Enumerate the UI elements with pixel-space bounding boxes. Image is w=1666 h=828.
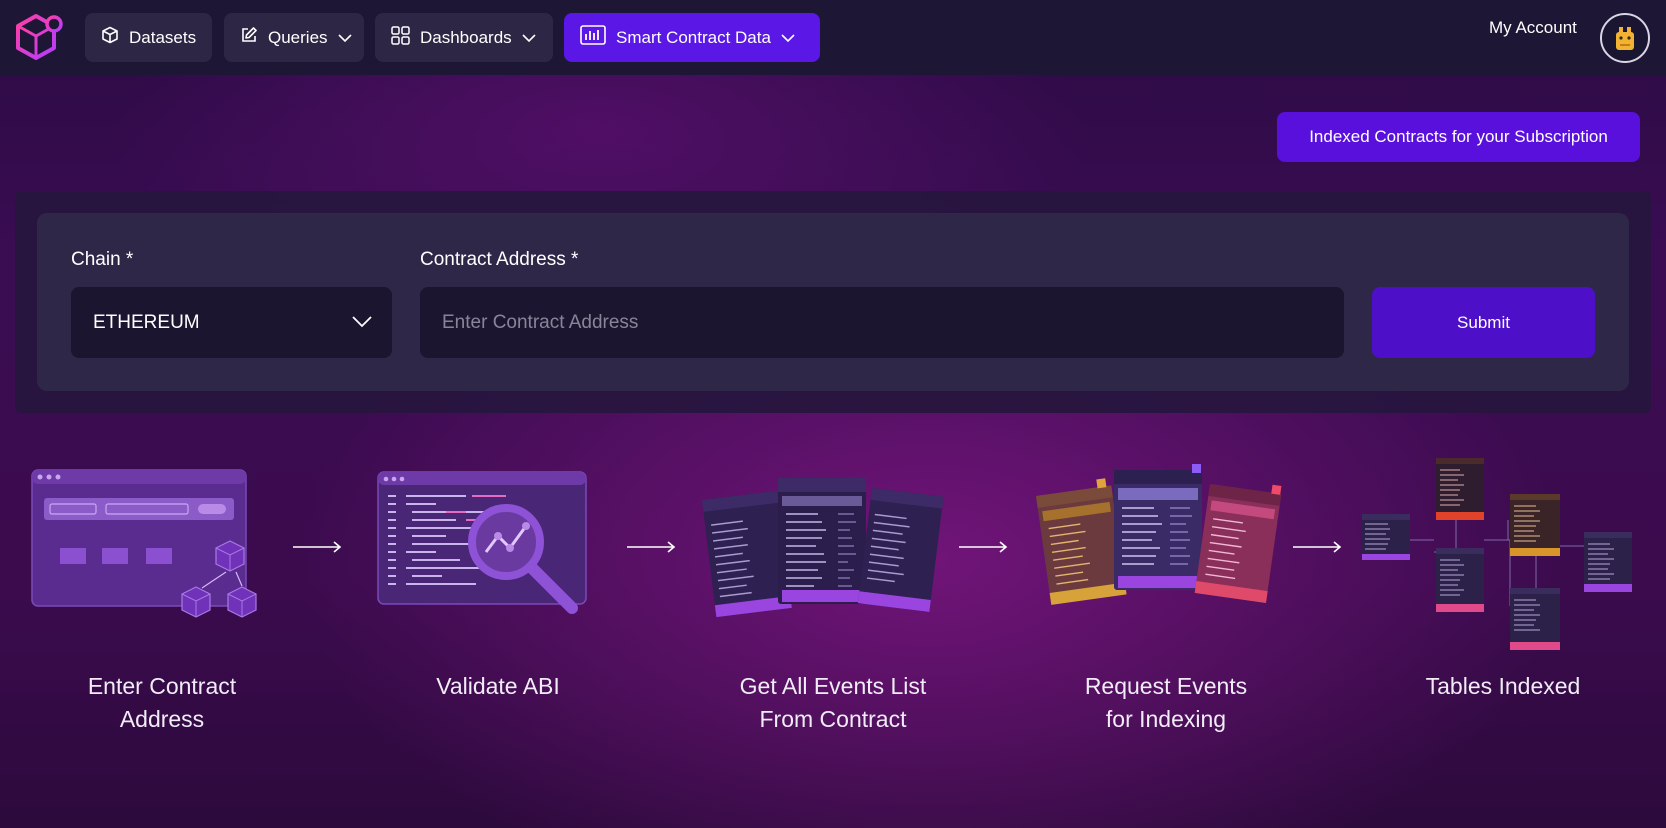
step-label-line: From Contract [759,706,907,732]
step-label-request-events: Request Events for Indexing [1046,670,1286,736]
step-label-line: for Indexing [1105,706,1227,732]
cube-icon [101,26,119,49]
step-label-enter-contract-address: Enter Contract Address [42,670,282,736]
step-label-line: Validate ABI [436,673,560,699]
step-label-line: Request Events [1084,673,1248,699]
arrow-right-icon [292,540,344,554]
step-label-line: Get All Events List [739,673,927,699]
nav-datasets-button[interactable]: Datasets [85,13,212,62]
chain-select-value: ETHEREUM [93,311,200,333]
chevron-down-icon [337,28,352,48]
events-list-illustration [694,470,950,622]
arrow-right-icon [958,540,1010,554]
tables-indexed-illustration [1360,456,1635,652]
top-navigation-bar: Datasets Queries Dashboards Smart Contra… [0,0,1666,75]
app-logo-icon[interactable] [14,12,64,64]
step-label-tables-indexed: Tables Indexed [1383,670,1623,703]
nav-smart-contract-data-label: Smart Contract Data [616,27,771,47]
grid-icon [391,25,410,50]
chevron-down-icon [522,28,536,48]
step-label-line: Address [119,706,205,732]
step-label-line: Tables Indexed [1425,673,1581,699]
nav-datasets-label: Datasets [129,27,197,47]
validate-abi-illustration [376,470,596,620]
my-account-link[interactable]: My Account [1489,18,1577,38]
request-events-illustration [1030,464,1288,614]
nav-dashboards-button[interactable]: Dashboards [375,13,553,62]
step-label-get-all-events: Get All Events List From Contract [713,670,953,736]
contract-address-label: Contract Address * [420,249,579,270]
enter-contract-address-illustration [30,468,280,633]
nav-queries-label: Queries [268,27,328,47]
indexed-contracts-button[interactable]: Indexed Contracts for your Subscription [1277,112,1640,162]
nav-smart-contract-data-button[interactable]: Smart Contract Data [564,13,820,62]
contract-address-input[interactable] [420,287,1344,358]
step-label-line: Enter Contract [87,673,237,699]
submit-button[interactable]: Submit [1372,287,1595,358]
chevron-down-icon [781,28,795,48]
nav-dashboards-label: Dashboards [420,27,512,47]
edit-icon [240,26,258,49]
step-label-validate-abi: Validate ABI [378,670,618,703]
arrow-right-icon [626,540,678,554]
nav-queries-button[interactable]: Queries [224,13,364,62]
bar-chart-icon [580,25,606,50]
chain-select[interactable]: ETHEREUM [71,287,392,358]
avatar[interactable] [1600,13,1650,63]
chain-label: Chain * [71,249,134,270]
chevron-down-icon [352,312,372,334]
arrow-right-icon [1292,540,1344,554]
